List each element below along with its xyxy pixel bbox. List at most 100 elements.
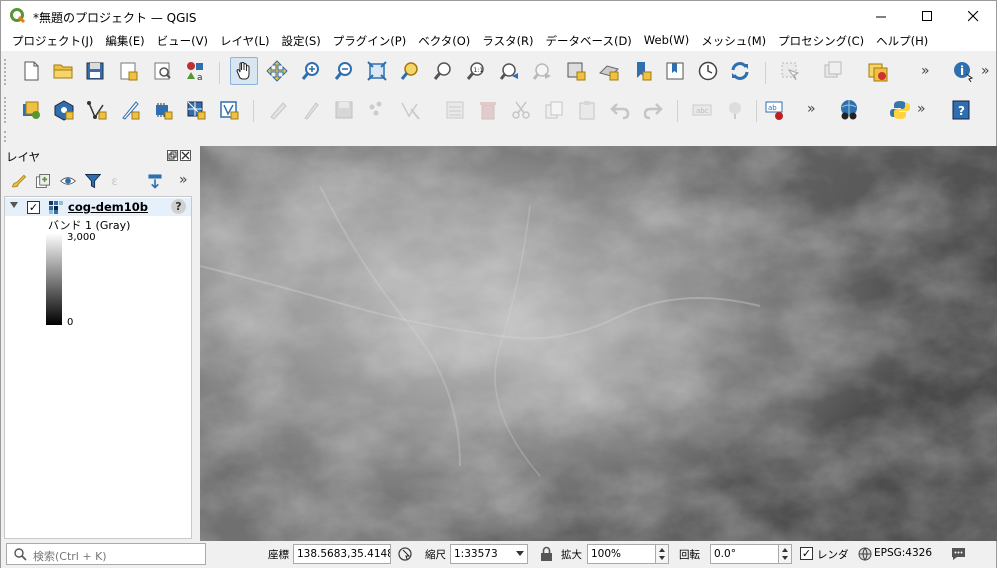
magnifier-spinner[interactable] — [655, 544, 669, 564]
toolbar-grip[interactable] — [4, 131, 8, 142]
locator-search-input[interactable]: 検索(Ctrl + K) — [6, 543, 206, 565]
coordinate-field[interactable]: 138.5683,35.4148 — [293, 544, 391, 564]
metasearch-button[interactable] — [835, 96, 863, 124]
menu-raster[interactable]: ラスタ(R) — [476, 31, 539, 51]
zoom-to-layer-button[interactable] — [429, 57, 457, 85]
refresh-button[interactable] — [726, 57, 754, 85]
menu-vector[interactable]: ベクタ(O) — [412, 31, 476, 51]
zoom-full-button[interactable] — [363, 57, 391, 85]
menu-view[interactable]: ビュー(V) — [151, 31, 214, 51]
copy-features-button[interactable] — [540, 96, 568, 124]
new-geopackage-layer-button[interactable] — [50, 96, 78, 124]
menu-settings[interactable]: 設定(S) — [276, 31, 327, 51]
float-panel-button[interactable] — [167, 150, 178, 161]
magnifier-field[interactable]: 100% — [587, 544, 657, 564]
filter-legend-button[interactable] — [79, 167, 107, 195]
layer-visibility-checkbox[interactable]: ✓ — [27, 201, 40, 214]
menu-edit[interactable]: 編集(E) — [99, 31, 150, 51]
layer-notes-help-icon[interactable]: ? — [171, 199, 186, 214]
menu-processing[interactable]: プロセシング(C) — [772, 31, 870, 51]
current-edits-button[interactable] — [297, 96, 325, 124]
temporal-controller-button[interactable] — [694, 57, 722, 85]
paste-features-button[interactable] — [573, 96, 601, 124]
zoom-in-button[interactable] — [297, 57, 325, 85]
select-features-button[interactable] — [776, 57, 804, 85]
toolbar-overflow-button-4[interactable]: » — [917, 101, 926, 117]
filter-by-expression-button[interactable]: ε — [104, 167, 132, 195]
rotation-spinner[interactable] — [778, 544, 792, 564]
menu-database[interactable]: データベース(D) — [540, 31, 638, 51]
data-source-manager-button[interactable] — [17, 96, 45, 124]
digitize-point-button[interactable] — [363, 96, 391, 124]
toolbar-grip[interactable] — [4, 59, 8, 85]
pin-labels-button[interactable] — [721, 96, 749, 124]
new-temporary-layer-button[interactable] — [116, 96, 144, 124]
layer-name[interactable]: cog-dem10b — [68, 200, 148, 214]
render-checkbox[interactable]: ✓ — [800, 547, 813, 560]
lock-icon[interactable] — [540, 546, 553, 562]
manage-map-themes-button[interactable] — [54, 167, 82, 195]
toggle-extents-mouse-icon[interactable] — [397, 546, 413, 562]
menu-help[interactable]: ヘルプ(H) — [870, 31, 934, 51]
cut-features-button[interactable] — [507, 96, 535, 124]
new-shapefile-layer-button[interactable] — [83, 96, 111, 124]
menu-layer[interactable]: レイヤ(L) — [214, 31, 276, 51]
rotation-field[interactable]: 0.0° — [710, 544, 780, 564]
zoom-native-resolution-button[interactable]: 1:1 — [462, 57, 490, 85]
toggle-editing-button[interactable] — [264, 96, 292, 124]
expand-arrow-icon[interactable] — [10, 202, 18, 208]
messages-icon[interactable] — [950, 546, 967, 562]
new-print-layout-button[interactable] — [114, 57, 142, 85]
pan-map-button[interactable] — [230, 57, 258, 85]
layout-manager-button[interactable] — [148, 57, 176, 85]
layer-item-cog-dem10b[interactable]: ✓ cog-dem10b ? — [5, 198, 191, 216]
new-bookmark-button[interactable] — [628, 57, 656, 85]
python-console-button[interactable] — [886, 96, 914, 124]
add-group-button[interactable] — [29, 167, 57, 195]
menu-web[interactable]: Web(W) — [638, 31, 695, 51]
select-by-expression-button[interactable] — [864, 57, 892, 85]
layer-labeling-options-button[interactable]: ab — [761, 96, 789, 124]
menu-plugins[interactable]: プラグイン(P) — [327, 31, 412, 51]
zoom-to-selection-button[interactable] — [396, 57, 424, 85]
undo-button[interactable] — [606, 96, 634, 124]
expand-all-button[interactable] — [141, 167, 169, 195]
close-panel-button[interactable] — [180, 150, 191, 161]
zoom-out-button[interactable] — [330, 57, 358, 85]
toolbar-overflow-button-3[interactable]: » — [807, 101, 816, 117]
crs-button[interactable]: EPSG:4326 — [874, 547, 932, 559]
redo-button[interactable] — [639, 96, 667, 124]
new-mesh-layer-button[interactable] — [182, 96, 210, 124]
map-canvas[interactable] — [200, 146, 997, 541]
scale-combobox[interactable]: 1:33573 — [450, 544, 528, 564]
crs-globe-icon[interactable] — [858, 547, 872, 561]
new-project-button[interactable] — [17, 57, 45, 85]
help-contents-button[interactable]: ? — [947, 96, 975, 124]
new-spatialite-layer-button[interactable] — [215, 96, 243, 124]
modify-attributes-button[interactable] — [441, 96, 469, 124]
new-virtual-layer-button[interactable] — [149, 96, 177, 124]
delete-selected-button[interactable] — [474, 96, 502, 124]
new-3d-map-view-button[interactable] — [595, 57, 623, 85]
menu-mesh[interactable]: メッシュ(M) — [695, 31, 772, 51]
deselect-features-button[interactable] — [819, 57, 847, 85]
close-button[interactable] — [950, 1, 996, 31]
style-manager-button[interactable]: a — [181, 57, 209, 85]
menu-project[interactable]: プロジェクト(J) — [6, 31, 99, 51]
toolbar-overflow-button[interactable]: » — [921, 63, 930, 79]
toolbar-grip[interactable] — [4, 97, 8, 123]
save-project-button[interactable] — [81, 57, 109, 85]
maximize-button[interactable] — [904, 1, 950, 31]
zoom-next-button[interactable] — [528, 57, 556, 85]
minimize-button[interactable] — [858, 1, 904, 31]
pan-to-selection-button[interactable] — [263, 57, 291, 85]
new-map-view-button[interactable] — [562, 57, 590, 85]
layers-toolbar-overflow[interactable]: » — [179, 172, 188, 188]
vertex-tool-button[interactable] — [396, 96, 424, 124]
label-tool-button[interactable]: abc — [688, 96, 716, 124]
save-edits-button[interactable] — [330, 96, 358, 124]
open-project-button[interactable] — [49, 57, 77, 85]
identify-features-button[interactable]: i — [949, 57, 977, 85]
show-bookmarks-button[interactable] — [661, 57, 689, 85]
toolbar-overflow-button-2[interactable]: » — [981, 63, 990, 79]
